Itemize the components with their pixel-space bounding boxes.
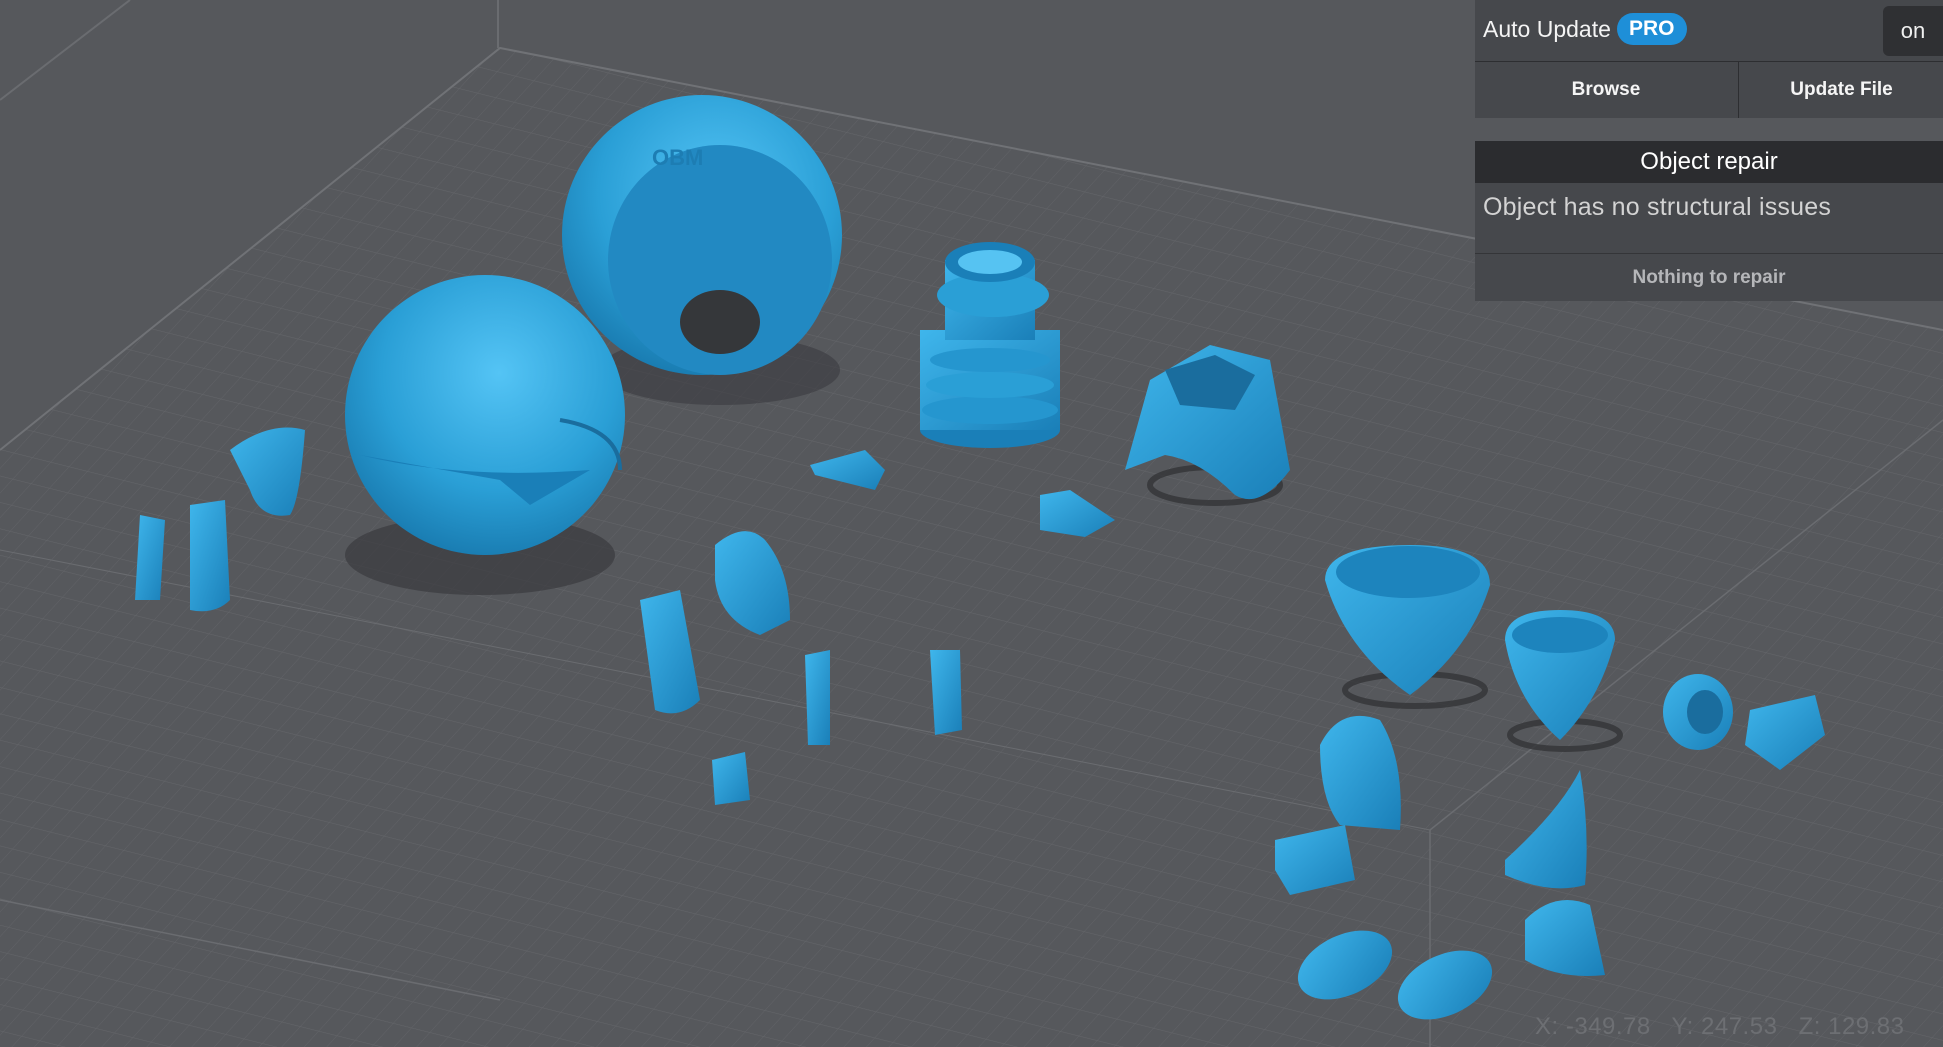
browse-button[interactable]: Browse — [1475, 62, 1737, 118]
coord-y: Y: 247.53 — [1671, 1013, 1778, 1040]
hand-part-2 — [930, 650, 962, 735]
auto-update-row: Auto Update PRO on — [1475, 0, 1943, 62]
sphere-model — [345, 275, 625, 555]
repair-button[interactable]: Nothing to repair — [1475, 254, 1943, 301]
auto-update-panel: Auto Update PRO on Browse Update File — [1475, 0, 1943, 118]
object-repair-title: Object repair — [1475, 141, 1943, 183]
auto-update-label: Auto Update — [1483, 16, 1611, 42]
object-repair-panel: Object repair Object has no structural i… — [1475, 141, 1943, 301]
auto-update-actions: Browse Update File — [1475, 62, 1943, 118]
coord-z: Z: 129.83 — [1798, 1013, 1905, 1040]
cursor-coordinates: X: -349.78 Y: 247.53 Z: 129.83 — [1535, 1013, 1919, 1041]
auto-update-toggle[interactable]: on — [1883, 6, 1943, 56]
update-file-button[interactable]: Update File — [1738, 62, 1943, 118]
coord-x: X: -349.78 — [1535, 1013, 1651, 1040]
svg-text:OBM: OBM — [652, 145, 703, 170]
hand-part — [135, 515, 165, 600]
object-repair-message: Object has no structural issues — [1483, 193, 1832, 221]
fist-part — [712, 752, 750, 805]
pro-badge: PRO — [1617, 13, 1687, 45]
finger-part — [805, 650, 830, 745]
arm-part — [190, 500, 230, 612]
